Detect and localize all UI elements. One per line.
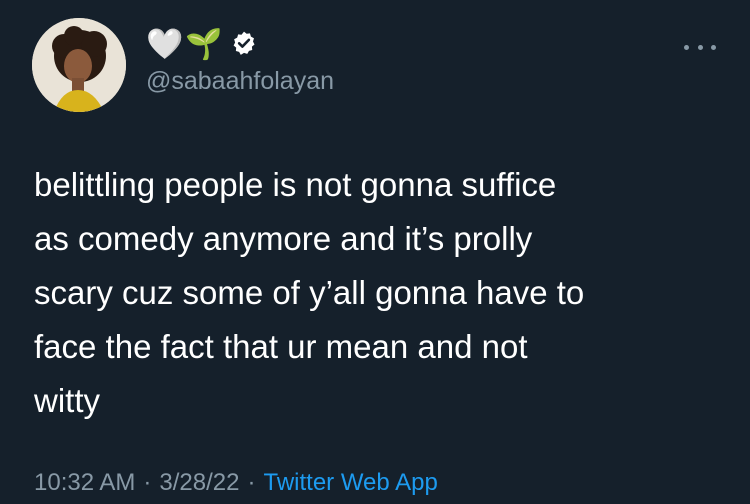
tweet-text: belittling people is not gonna suffice a… (34, 166, 585, 419)
verified-badge-icon (231, 30, 257, 61)
meta-separator: · (143, 469, 152, 496)
tweet-time[interactable]: 10:32 AM (34, 468, 135, 498)
more-dot (697, 44, 703, 50)
avatar-image (32, 18, 126, 112)
name-row: 🤍🌱 (146, 28, 257, 62)
more-dot (711, 44, 716, 50)
tweet-date[interactable]: 3/28/22 (159, 468, 239, 498)
tweet-meta: 10:32 AM · 3/28/22 · Twitter Web App (34, 468, 438, 498)
avatar[interactable] (32, 18, 126, 112)
meta-separator: · (247, 469, 256, 496)
more-horizontal-icon[interactable] (684, 40, 716, 54)
tweet-card: 🤍🌱 @sabaahfolayan belittling people is n… (0, 0, 750, 504)
user-handle[interactable]: @sabaahfolayan (146, 66, 334, 96)
tweet-source-link[interactable]: Twitter Web App (263, 468, 437, 498)
more-dot (684, 44, 689, 50)
display-name[interactable]: 🤍🌱 (146, 28, 225, 62)
